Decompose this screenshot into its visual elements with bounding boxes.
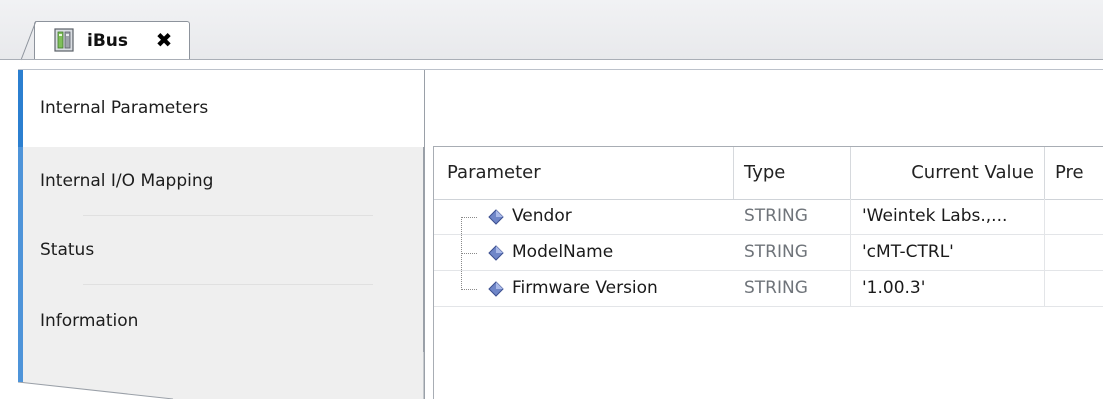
- column-header-type[interactable]: Type: [734, 147, 851, 199]
- side-tab-internal-parameters[interactable]: Internal Parameters: [18, 70, 424, 147]
- side-tab-label: Internal I/O Mapping: [40, 171, 214, 191]
- side-tab-label: Internal Parameters: [40, 98, 209, 118]
- parameters-table: Parameter Type Current Value Pre Vendor …: [433, 146, 1103, 399]
- tree-connector-horizontal: [461, 253, 477, 254]
- table-row[interactable]: ModelName STRING 'cMT-CTRL': [434, 235, 1103, 271]
- editor-side-tabs: Internal Parameters Internal I/O Mapping…: [18, 70, 424, 399]
- type-cell: STRING: [734, 235, 851, 270]
- side-tab-label: Status: [40, 240, 95, 260]
- tab-strip-divider: [0, 59, 1103, 60]
- side-tab-internal-io-mapping[interactable]: Internal I/O Mapping: [18, 147, 424, 216]
- parameters-panel: Parameter Type Current Value Pre Vendor …: [424, 70, 1103, 399]
- tree-connector-horizontal: [461, 289, 477, 290]
- current-value-cell: 'Weintek Labs.,...: [851, 199, 1045, 234]
- current-value-cell: 'cMT-CTRL': [851, 235, 1045, 270]
- parameter-name: Vendor: [512, 206, 572, 226]
- table-row[interactable]: Vendor STRING 'Weintek Labs.,...: [434, 199, 1103, 235]
- prepared-value-cell[interactable]: [1045, 235, 1103, 270]
- column-header-prepared-value[interactable]: Pre: [1045, 147, 1103, 199]
- column-header-parameter[interactable]: Parameter: [434, 147, 734, 199]
- parameter-name: Firmware Version: [512, 278, 658, 298]
- column-header-current-value[interactable]: Current Value: [851, 147, 1045, 199]
- type-cell: STRING: [734, 271, 851, 306]
- document-tab-ibus[interactable]: iBus ✖: [34, 21, 190, 60]
- side-tab-label: Information: [40, 311, 139, 331]
- document-tab-strip: iBus ✖: [0, 0, 1103, 61]
- device-module-icon: [54, 28, 74, 52]
- table-header: Parameter Type Current Value Pre: [434, 147, 1103, 200]
- parameter-diamond-icon: [488, 281, 504, 297]
- parameter-diamond-icon: [488, 245, 504, 261]
- tree-connector-horizontal: [461, 217, 477, 218]
- prepared-value-cell[interactable]: [1045, 271, 1103, 306]
- tab-slant-edge: [20, 21, 37, 61]
- parameter-name: ModelName: [512, 242, 614, 262]
- close-icon[interactable]: ✖: [153, 29, 175, 51]
- side-tab-status[interactable]: Status: [18, 216, 424, 285]
- prepared-value-cell[interactable]: [1045, 199, 1103, 234]
- document-tab-title: iBus: [87, 31, 129, 51]
- parameter-diamond-icon: [488, 209, 504, 225]
- table-row[interactable]: Firmware Version STRING '1.00.3': [434, 271, 1103, 307]
- type-cell: STRING: [734, 199, 851, 234]
- current-value-cell: '1.00.3': [851, 271, 1045, 306]
- side-tabs-bottom-bevel: [18, 352, 425, 399]
- side-tab-information[interactable]: Information: [18, 285, 424, 354]
